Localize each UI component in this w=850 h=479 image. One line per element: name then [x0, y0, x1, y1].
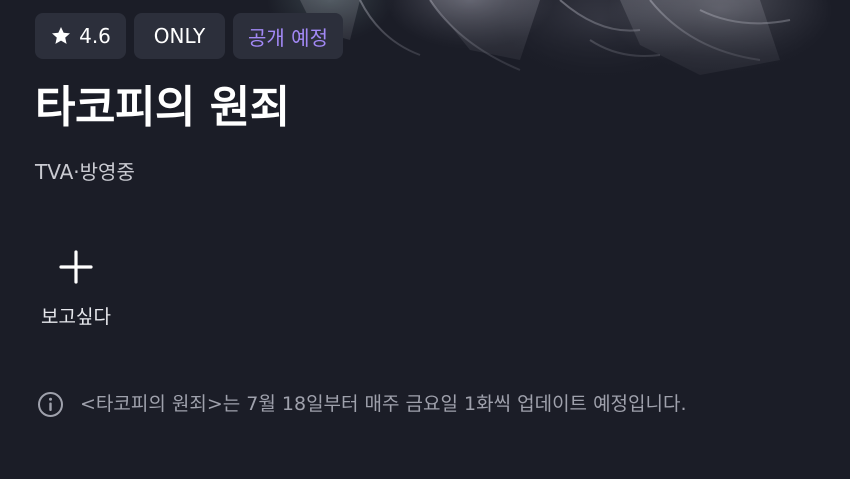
release-notice: <타코피의 원죄>는 7월 18일부터 매주 금요일 1화씩 업데이트 예정입니…: [37, 389, 817, 422]
upcoming-badge: 공개 예정: [233, 13, 343, 59]
info-icon: [38, 392, 63, 417]
only-label: ONLY: [153, 24, 206, 48]
wishlist-button[interactable]: 보고싶다: [28, 248, 124, 334]
page-title: 타코피의 원죄: [35, 82, 290, 133]
rating-value: 4.6: [79, 24, 111, 48]
badge-row: 4.6 ONLY 공개 예정: [35, 13, 343, 59]
content-meta: TVA·방영중: [35, 160, 135, 184]
wishlist-label: 보고싶다: [41, 306, 111, 328]
star-icon: [52, 27, 71, 44]
only-badge: ONLY: [134, 13, 225, 59]
upcoming-label: 공개 예정: [248, 25, 328, 50]
plus-icon: [59, 250, 93, 284]
rating-badge: 4.6: [35, 13, 126, 59]
notice-text: <타코피의 원죄>는 7월 18일부터 매주 금요일 1화씩 업데이트 예정입니…: [80, 393, 687, 415]
content-detail: 4.6 ONLY 공개 예정 타코피의 원죄 TVA·방영중 보고싶다 <타코피…: [0, 0, 850, 479]
